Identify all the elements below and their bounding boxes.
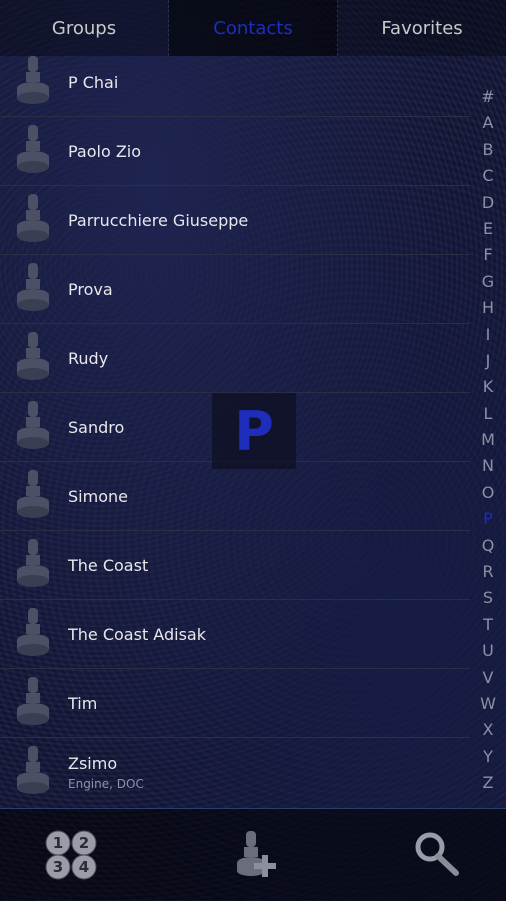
dialpad-button[interactable]: 12 34 — [40, 823, 104, 887]
contact-row[interactable]: P Chai — [0, 48, 470, 117]
contact-name: Paolo Zio — [68, 141, 142, 161]
index-letter[interactable]: L — [478, 401, 498, 427]
index-letter[interactable]: K — [478, 374, 498, 400]
index-letter[interactable]: R — [478, 559, 498, 585]
bottom-toolbar: 12 34 — [0, 808, 506, 901]
index-letter[interactable]: C — [478, 163, 498, 189]
contact-texts: Parrucchiere Giuseppe — [68, 211, 248, 230]
add-contact-button[interactable] — [222, 823, 286, 887]
index-letter[interactable]: O — [478, 480, 498, 506]
contact-texts: Rudy — [68, 349, 108, 368]
contact-avatar-icon — [12, 744, 56, 800]
index-letter[interactable]: V — [478, 665, 498, 691]
index-letter[interactable]: Q — [478, 533, 498, 559]
contact-row[interactable]: Paolo Zio — [0, 117, 470, 186]
svg-text:4: 4 — [79, 858, 89, 876]
index-letter[interactable]: X — [478, 717, 498, 743]
index-letter[interactable]: S — [478, 585, 498, 611]
contact-name: The Coast — [68, 555, 149, 575]
index-letter[interactable]: U — [478, 638, 498, 664]
contact-avatar-icon — [12, 54, 56, 110]
contact-name: Rudy — [68, 348, 109, 368]
contact-name: Prova — [68, 279, 113, 299]
contact-avatar-icon — [12, 261, 56, 317]
search-button[interactable] — [404, 823, 468, 887]
index-letter[interactable]: E — [478, 216, 498, 242]
contact-texts: Tim — [68, 694, 97, 713]
contact-avatar-icon — [12, 123, 56, 179]
alphabet-index[interactable]: # A B C D E F G H I J K L M N O P Q R S T U V W X Y Z — [478, 84, 498, 797]
index-letter[interactable]: M — [478, 427, 498, 453]
index-letter[interactable]: G — [478, 269, 498, 295]
index-letter[interactable]: F — [478, 242, 498, 268]
index-letter[interactable]: Z — [478, 770, 498, 796]
contact-avatar-icon — [12, 330, 56, 386]
add-contact-icon — [237, 831, 276, 877]
contact-texts: The Coast — [68, 556, 148, 575]
contact-avatar-icon — [12, 468, 56, 524]
contact-name: Tim — [68, 693, 98, 713]
contact-avatar-icon — [12, 675, 56, 731]
index-letter[interactable]: D — [478, 190, 498, 216]
contact-texts: P Chai — [68, 73, 118, 92]
contact-row[interactable]: Prova — [0, 255, 470, 324]
contact-detail: Engine, DOC — [68, 776, 144, 791]
contact-name: Simone — [68, 486, 128, 506]
contact-name: Sandro — [68, 417, 125, 437]
contact-texts: Zsimo Engine, DOC — [68, 754, 144, 791]
contact-row[interactable]: The Coast — [0, 531, 470, 600]
index-letter[interactable]: H — [478, 295, 498, 321]
contact-avatar-icon — [12, 606, 56, 662]
contact-texts: The Coast Adisak — [68, 625, 206, 644]
svg-text:3: 3 — [53, 858, 63, 876]
svg-text:1: 1 — [53, 834, 63, 852]
index-letter[interactable]: J — [478, 348, 498, 374]
contact-row[interactable]: Rudy — [0, 324, 470, 393]
dialpad-icon: 12 34 — [45, 830, 97, 880]
index-letter[interactable]: A — [478, 110, 498, 136]
contact-row[interactable]: The Coast Adisak — [0, 600, 470, 669]
contact-texts: Prova — [68, 280, 113, 299]
svg-text:2: 2 — [79, 834, 89, 852]
index-letter[interactable]: I — [478, 322, 498, 348]
contact-texts: Simone — [68, 487, 128, 506]
contact-avatar-icon — [12, 537, 56, 593]
index-letter[interactable]: B — [478, 137, 498, 163]
search-icon — [415, 832, 459, 876]
contact-name: Parrucchiere Giuseppe — [68, 210, 249, 230]
index-letter[interactable]: N — [478, 453, 498, 479]
contact-name: The Coast Adisak — [68, 624, 206, 644]
contact-row[interactable]: Simone — [0, 462, 470, 531]
index-letter[interactable]: # — [478, 84, 498, 110]
contact-texts: Sandro — [68, 418, 124, 437]
contact-row[interactable]: Zsimo Engine, DOC — [0, 738, 470, 806]
contact-row[interactable]: Tim — [0, 669, 470, 738]
index-letter[interactable]: P — [478, 506, 498, 532]
contact-avatar-icon — [12, 192, 56, 248]
contact-avatar-icon — [12, 399, 56, 455]
index-letter[interactable]: Y — [478, 744, 498, 770]
index-letter[interactable]: T — [478, 612, 498, 638]
contact-texts: Paolo Zio — [68, 142, 141, 161]
section-letter-bubble: P — [212, 393, 296, 469]
contact-name: Zsimo — [68, 753, 118, 773]
index-letter[interactable]: W — [478, 691, 498, 717]
contact-name: P Chai — [68, 72, 119, 92]
contact-row[interactable]: Parrucchiere Giuseppe — [0, 186, 470, 255]
